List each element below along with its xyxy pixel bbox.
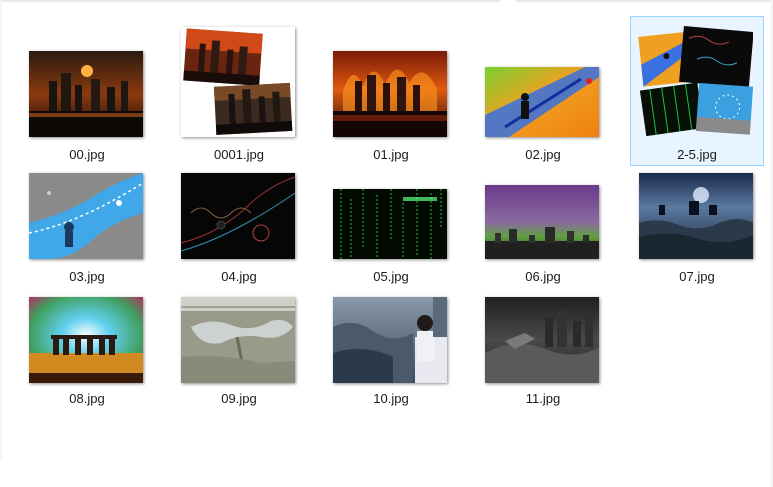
thumbnail-blue-swirls xyxy=(29,173,143,259)
file-item-04[interactable]: 04.jpg xyxy=(172,150,306,298)
file-item-0001[interactable]: 0001.jpg xyxy=(172,22,306,170)
file-item-11[interactable]: 11.jpg xyxy=(476,278,610,426)
thumbnail-collage-city xyxy=(181,27,295,137)
window-left-edge xyxy=(0,0,2,460)
file-item-05[interactable]: 05.jpg xyxy=(324,150,458,298)
file-item-06[interactable]: 06.jpg xyxy=(476,150,610,298)
file-name: 08.jpg xyxy=(69,391,105,406)
thumbnail-city-flames xyxy=(333,51,447,137)
file-item-09[interactable]: 09.jpg xyxy=(172,278,306,426)
thumbnail-stormy-sea xyxy=(639,173,753,259)
thumbnail-rooftop-puddle xyxy=(181,297,295,383)
thumbnail-city-fire xyxy=(29,51,143,137)
file-item-07[interactable]: 07.jpg xyxy=(630,150,764,298)
file-name: 09.jpg xyxy=(221,391,257,406)
window-top-edge-right xyxy=(516,0,773,2)
file-item-10[interactable]: 10.jpg xyxy=(324,278,458,426)
thumbnail-ruined-city xyxy=(485,297,599,383)
file-item-01[interactable]: 01.jpg xyxy=(324,22,458,170)
file-name: 11.jpg xyxy=(525,391,561,406)
thumbnail-stonehenge xyxy=(29,297,143,383)
thumbnail-dark-lines xyxy=(181,173,295,259)
file-item-02[interactable]: 02.jpg xyxy=(476,22,610,170)
file-item-2-5[interactable]: 2-5.jpg xyxy=(630,16,764,166)
thumbnail-colorful-figure xyxy=(485,67,599,137)
thumbnail-boy-waves xyxy=(333,297,447,383)
file-name: 07.jpg xyxy=(679,269,715,284)
file-item-03[interactable]: 03.jpg xyxy=(20,150,154,298)
file-item-00[interactable]: 00.jpg xyxy=(20,22,154,170)
thumbnail-green-code xyxy=(333,189,447,259)
file-item-08[interactable]: 08.jpg xyxy=(20,278,154,426)
thumbnail-purple-skyline xyxy=(485,185,599,259)
file-name: 10.jpg xyxy=(373,391,409,406)
window-top-edge xyxy=(0,0,500,2)
thumbnail-collage-mixed xyxy=(637,21,753,141)
